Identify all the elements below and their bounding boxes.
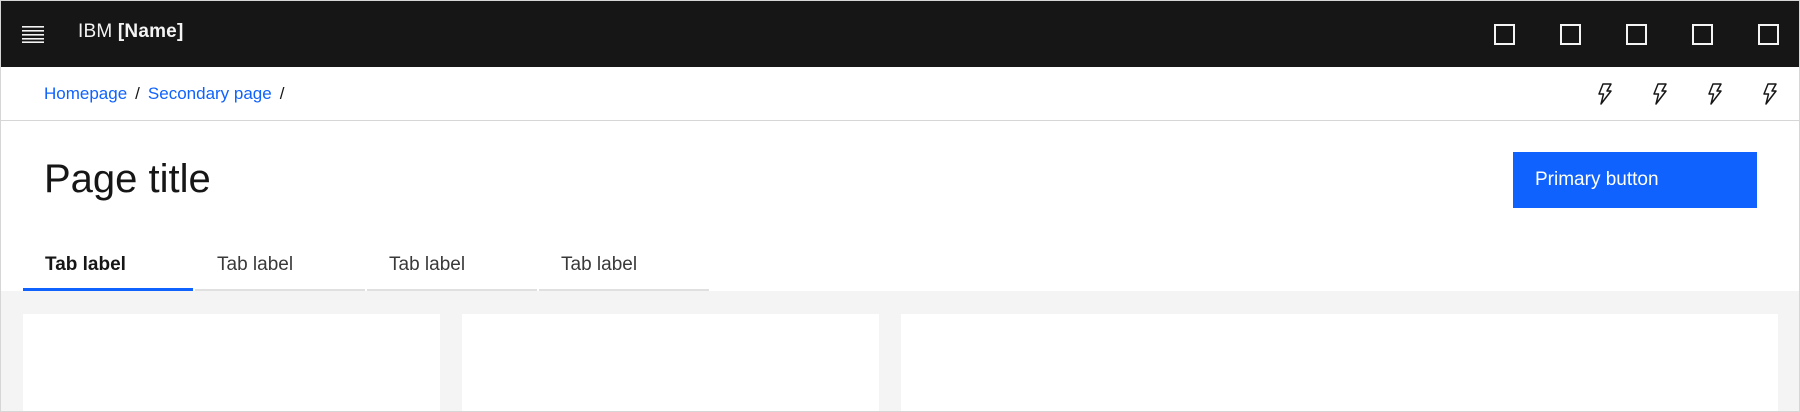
content-tile [23, 314, 440, 411]
hamburger-menu-icon [22, 26, 44, 43]
primary-button[interactable]: Primary button [1513, 152, 1757, 208]
header-action-3[interactable] [1603, 1, 1669, 67]
brand-name: [Name] [117, 21, 184, 42]
tab-4[interactable]: Tab label [539, 239, 709, 291]
content-tile [901, 314, 1778, 411]
content-tile [462, 314, 879, 411]
header-action-5[interactable] [1735, 1, 1799, 67]
header-action-4[interactable] [1669, 1, 1735, 67]
breadcrumb-bar: Homepage / Secondary page / [1, 67, 1799, 121]
tab-list: Tab label Tab label Tab label Tab label [23, 239, 711, 291]
breadcrumb-separator: / [135, 84, 140, 103]
app-frame: IBM [Name] Homepage / Secondary page / P… [0, 0, 1800, 412]
square-icon [1625, 23, 1647, 45]
lightning-icon [1762, 83, 1777, 105]
lightning-icon [1652, 83, 1667, 105]
utility-actions [1577, 67, 1797, 121]
tab-3[interactable]: Tab label [367, 239, 537, 291]
square-icon [1757, 23, 1779, 45]
tab-2[interactable]: Tab label [195, 239, 365, 291]
brand-prefix: IBM [78, 21, 113, 42]
utility-action-4[interactable] [1742, 67, 1797, 121]
header-action-1[interactable] [1471, 1, 1537, 67]
breadcrumb-separator: / [279, 84, 285, 103]
hamburger-menu-button[interactable] [15, 16, 51, 52]
breadcrumb-secondary-page[interactable]: Secondary page [148, 84, 272, 104]
product-name[interactable]: IBM [Name] [78, 21, 183, 43]
page-header: Page title Primary button Tab label Tab … [1, 121, 1799, 291]
square-icon [1691, 23, 1713, 45]
global-header: IBM [Name] [1, 1, 1799, 67]
utility-action-1[interactable] [1577, 67, 1632, 121]
utility-action-2[interactable] [1632, 67, 1687, 121]
page-title: Page title [44, 157, 211, 201]
utility-action-3[interactable] [1687, 67, 1742, 121]
breadcrumb-homepage[interactable]: Homepage [44, 84, 127, 104]
lightning-icon [1597, 83, 1612, 105]
header-actions [1471, 1, 1799, 67]
header-action-2[interactable] [1537, 1, 1603, 67]
square-icon [1559, 23, 1581, 45]
tab-1[interactable]: Tab label [23, 239, 193, 291]
lightning-icon [1707, 83, 1722, 105]
square-icon [1493, 23, 1515, 45]
breadcrumb: Homepage / Secondary page / [44, 84, 292, 104]
